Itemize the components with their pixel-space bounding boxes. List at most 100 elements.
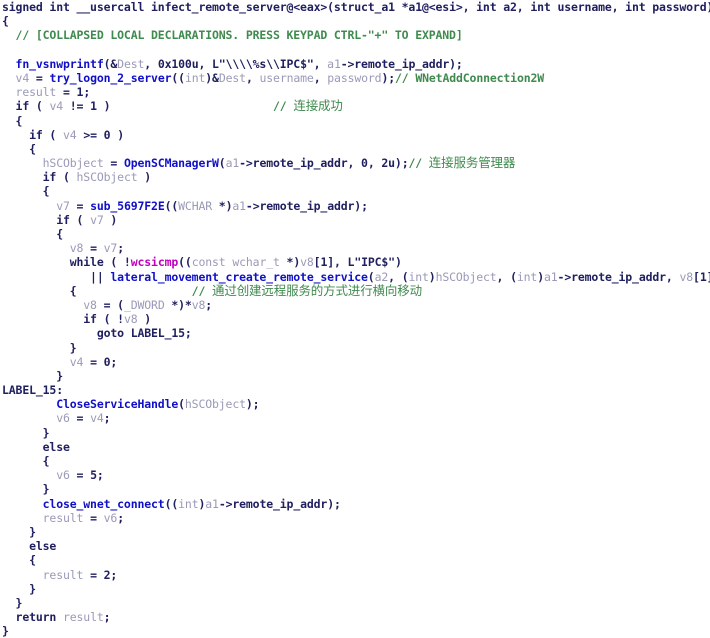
code-line[interactable]: return result; — [0, 610, 710, 624]
code-line[interactable]: v8 = (_DWORD *)*v8; — [0, 298, 710, 312]
code-token: ) — [103, 212, 118, 227]
code-line[interactable]: } — [0, 341, 710, 355]
code-line[interactable]: { — [0, 142, 710, 156]
type-token: const wchar_t — [191, 255, 280, 270]
code-token: , 0x100u, L"\\\\%s\\IPC$", — [144, 56, 328, 71]
code-line[interactable]: else — [0, 440, 710, 454]
code-line[interactable]: v6 = v4; — [0, 411, 710, 425]
code-token: = — [83, 354, 104, 369]
code-line[interactable]: } — [0, 596, 710, 610]
code-line[interactable]: LABEL_15: — [0, 383, 710, 397]
code-token: { — [2, 553, 36, 568]
code-token: } — [2, 595, 23, 610]
highlighted-call-token: wcsicmp — [130, 255, 179, 270]
variable-token: a1 — [543, 269, 558, 284]
code-line[interactable]: result = v6; — [0, 511, 710, 525]
code-line[interactable]: if ( !v8 ) — [0, 312, 710, 326]
type-token: int — [178, 496, 199, 511]
code-token: ( — [29, 99, 50, 114]
variable-token: hSCObject — [2, 156, 104, 171]
code-line[interactable]: } — [0, 525, 710, 539]
code-token: ) — [137, 170, 152, 185]
code-token: ); — [381, 70, 396, 85]
code-token: ; — [83, 85, 91, 100]
code-line[interactable]: } — [0, 482, 710, 496]
code-token: (( — [171, 70, 185, 85]
variable-token: result — [2, 85, 57, 100]
code-line[interactable]: { — [0, 114, 710, 128]
code-line[interactable]: goto LABEL_15; — [0, 326, 710, 340]
code-line[interactable]: v4 = try_logon_2_server((int)&Dest, user… — [0, 71, 710, 85]
code-line[interactable]: signed int __usercall infect_remote_serv… — [0, 0, 710, 14]
code-token: ) — [537, 269, 544, 284]
type-token: int — [184, 70, 206, 85]
variable-token: v7 — [103, 241, 118, 256]
code-token: )& — [205, 70, 219, 85]
code-line[interactable]: hSCObject = OpenSCManagerW(a1->remote_ip… — [0, 155, 710, 171]
code-token: ->remote_ip_addr, — [557, 269, 680, 284]
code-line[interactable]: result = 1; — [0, 85, 710, 99]
code-line[interactable]: while ( !wcsicmp((const wchar_t *)v8[1],… — [0, 255, 710, 269]
code-line[interactable]: || lateral_movement_create_remote_servic… — [0, 270, 710, 284]
keyword-token: else — [2, 439, 70, 454]
code-token: } — [2, 581, 36, 596]
function-name-token: CloseServiceHandle — [2, 397, 179, 412]
code-line[interactable]: { — [0, 227, 710, 241]
code-line[interactable]: { // 通过创建远程服务的方式进行横向移动 — [0, 282, 710, 298]
code-line[interactable]: } — [0, 369, 710, 383]
code-line[interactable]: } — [0, 582, 710, 596]
code-token: } — [2, 425, 50, 440]
code-line[interactable]: CloseServiceHandle(hSCObject); — [0, 397, 710, 411]
code-token: } — [2, 368, 63, 383]
code-line[interactable]: v7 = sub_5697F2E((WCHAR *)a1->remote_ip_… — [0, 199, 710, 213]
decompiler-pseudocode-view[interactable]: signed int __usercall infect_remote_serv… — [0, 0, 710, 638]
comment-cjk-token: 通过创建远程服务的方式进行横向移动 — [212, 282, 422, 298]
code-line[interactable]: v6 = 5; — [0, 468, 710, 482]
code-token: ; — [117, 241, 124, 256]
code-token: { — [2, 227, 63, 241]
code-token: = — [83, 567, 104, 582]
variable-token: v8 — [2, 241, 84, 256]
variable-token: username — [259, 70, 314, 85]
code-token: [ — [693, 269, 700, 284]
code-line[interactable]: result = 2; — [0, 568, 710, 582]
code-token: ; — [205, 297, 213, 312]
code-line[interactable]: { — [0, 184, 710, 198]
code-line[interactable]: fn_vsnwprintf(&Dest, 0x100u, L"\\\\%s\\I… — [0, 57, 710, 71]
code-line[interactable]: // [COLLAPSED LOCAL DECLARATIONS. PRESS … — [0, 28, 710, 42]
code-line[interactable]: if ( hSCObject ) — [0, 170, 710, 184]
keyword-token: if — [2, 99, 30, 114]
keyword-token: goto — [2, 326, 124, 341]
code-line[interactable]: if ( v4 != 1 ) // 连接成功 — [0, 98, 710, 114]
code-token: { — [2, 141, 36, 156]
comment-cjk-token: 连接成功 — [293, 98, 343, 114]
code-token: = — [69, 198, 91, 213]
code-line[interactable]: } — [0, 426, 710, 440]
code-token: { — [2, 184, 50, 199]
code-token: ->remote_ip_addr, 0, 2u); — [239, 156, 409, 171]
code-line[interactable]: { — [0, 454, 710, 468]
code-line[interactable]: v4 = 0; — [0, 355, 710, 369]
code-line[interactable]: { — [0, 553, 710, 567]
variable-token: v6 — [103, 510, 118, 525]
code-line[interactable]: else — [0, 539, 710, 553]
code-line[interactable]: if ( v4 >= 0 ) — [0, 128, 710, 142]
code-line[interactable]: } — [0, 624, 710, 638]
code-token: } — [2, 524, 36, 539]
code-token: , — [313, 70, 328, 85]
code-line[interactable]: { — [0, 14, 710, 28]
code-line[interactable]: if ( v7 ) — [0, 213, 710, 227]
code-line[interactable] — [0, 43, 710, 57]
code-token: = — [69, 468, 91, 483]
code-line[interactable]: v8 = v7; — [0, 241, 710, 255]
code-token: ->remote_ip_addr); — [245, 198, 368, 213]
code-token: = — [56, 85, 77, 100]
variable-token: v4 — [49, 99, 63, 114]
code-token: ( ! — [96, 312, 124, 327]
code-token: *)* — [164, 297, 192, 312]
code-line[interactable]: close_wnet_connect((int)a1->remote_ip_ad… — [0, 497, 710, 511]
code-token: infect_remote_server@<eax>(struct_a1 *a1… — [151, 0, 710, 14]
variable-token: v4 — [2, 354, 84, 369]
code-token: ) — [137, 312, 152, 327]
code-token: ( — [56, 170, 77, 185]
